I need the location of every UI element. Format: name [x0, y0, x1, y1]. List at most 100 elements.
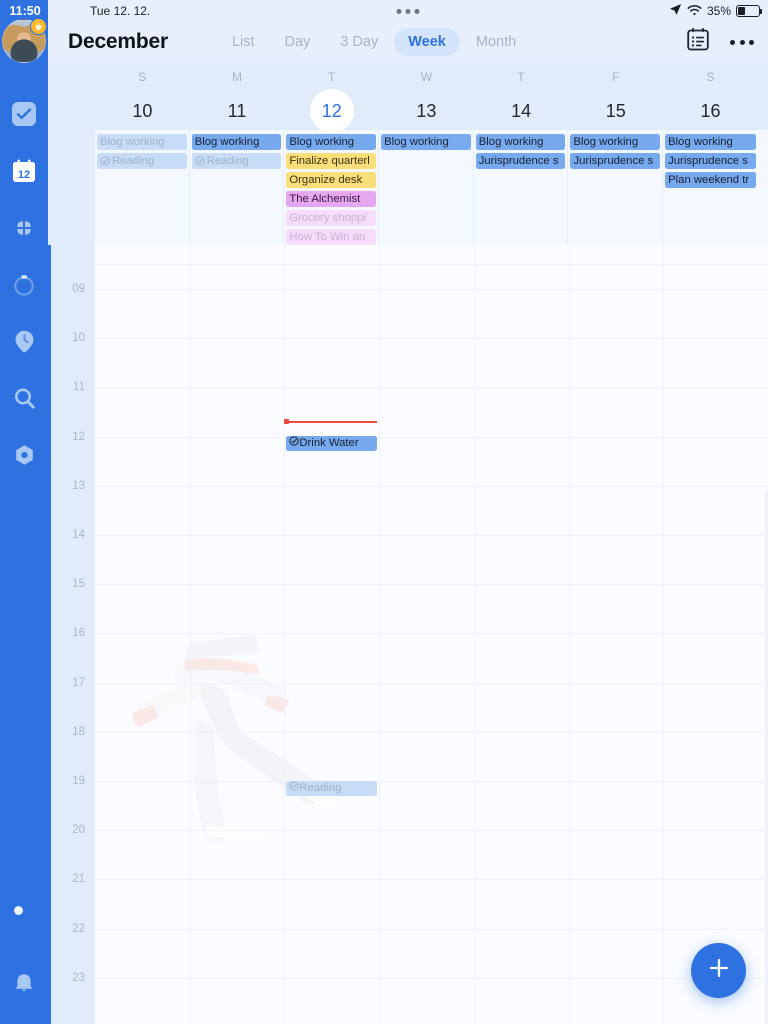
sidebar-drag-handle[interactable] [14, 906, 23, 915]
four-squares-icon [12, 216, 36, 240]
all-day-event-chip[interactable]: The Alchemist [286, 191, 377, 207]
all-day-event-chip[interactable]: Blog working [665, 134, 756, 150]
timed-event[interactable]: Drink Water [286, 436, 378, 451]
all-day-column-13[interactable]: Blog working [379, 130, 474, 245]
avatar[interactable]: ♚ [2, 18, 47, 63]
day-header-16[interactable]: S 16 [663, 62, 758, 130]
check-circle-icon [289, 436, 300, 451]
sidebar-item-tasks[interactable] [0, 85, 48, 142]
time-grid[interactable]: 09 10 11 12 13 14 15 16 17 18 19 20 21 22 23 [48, 245, 768, 1024]
day-header-13[interactable]: W 13 [379, 62, 474, 130]
all-day-columns: Blog working Reading Blog working Reading Bl… [95, 130, 768, 245]
day-column-divider [379, 245, 381, 1024]
all-day-event-chip[interactable]: Reading [97, 153, 187, 169]
timed-event[interactable]: Reading [286, 781, 378, 796]
all-day-column-10[interactable]: Blog working Reading [95, 130, 190, 245]
all-day-event-chip[interactable]: Blog working [381, 134, 471, 150]
calendar-app-window: ♚ 12 11:50 Tue 12. 12. 35% December List… [0, 0, 768, 1024]
event-title: Blog working [668, 136, 733, 148]
sidebar-item-search[interactable] [0, 370, 48, 427]
time-label-17: 17 [72, 676, 85, 689]
day-of-week-label: S [706, 70, 715, 84]
all-day-column-12[interactable]: Blog working Finalize quarterl Organize de… [284, 130, 380, 245]
all-day-event-chip[interactable]: Jurisprudence s [475, 153, 566, 169]
sidebar-item-calendar[interactable]: 12 [0, 142, 48, 199]
hour-gridline [95, 781, 768, 782]
time-grid-body[interactable]: Drink Water Reading [95, 245, 768, 1024]
more-options-icon[interactable] [730, 39, 754, 45]
hour-gridline [95, 436, 768, 438]
day-column-divider [189, 245, 191, 1024]
all-day-event-chip[interactable]: Blog working [286, 134, 377, 150]
time-label-16: 16 [72, 627, 85, 640]
tab-list[interactable]: List [218, 28, 269, 56]
time-label-21: 21 [72, 873, 85, 886]
app-header: December List Day 3 Day Week Month [48, 22, 768, 62]
event-title: Drink Water [299, 437, 359, 449]
add-event-button[interactable] [691, 943, 746, 998]
sidebar-item-pomodoro[interactable] [0, 256, 48, 313]
day-number: 12 [309, 89, 354, 133]
hour-gridline [95, 338, 768, 340]
tab-day[interactable]: Day [271, 28, 325, 56]
day-header-11[interactable]: M 11 [190, 62, 285, 130]
all-day-column-16[interactable]: Blog working Jurisprudence s Plan weekend … [663, 130, 758, 245]
tab-week[interactable]: Week [394, 28, 460, 56]
all-day-event-chip[interactable]: Plan weekend tr [665, 172, 756, 188]
week-day-header: S 10 M 11 T 12 W 13 T 14 F 15 S 16 [48, 62, 768, 133]
all-day-event-chip[interactable]: Jurisprudence s [665, 153, 756, 169]
clock-pin-icon [12, 329, 37, 354]
all-day-event-chip[interactable]: Reading [191, 153, 282, 169]
time-label-15: 15 [72, 578, 85, 591]
day-of-week-label: F [612, 70, 620, 84]
tab-month[interactable]: Month [462, 28, 530, 56]
sidebar-item-matrix[interactable] [0, 199, 48, 256]
sidebar-item-settings[interactable] [0, 427, 48, 484]
day-header-15[interactable]: F 15 [568, 62, 663, 130]
all-day-event-chip[interactable]: Grocery shoppi [286, 210, 377, 226]
event-title: Blog working [289, 136, 355, 148]
all-day-event-chip[interactable]: Blog working [475, 134, 566, 150]
hour-gridline [95, 682, 768, 684]
all-day-event-chip[interactable]: Finalize quarterl [286, 153, 377, 169]
time-label-23: 23 [72, 971, 85, 984]
all-day-event-chip[interactable]: Blog working [191, 134, 282, 150]
sidebar-item-habit[interactable] [0, 313, 48, 370]
all-day-event-chip[interactable]: Blog working [570, 134, 661, 150]
app-sidebar: ♚ 12 [0, 0, 48, 1024]
all-day-column-15[interactable]: Blog working Jurisprudence s [568, 130, 664, 245]
all-day-event-chip[interactable]: Organize desk [286, 172, 377, 188]
hour-gridline [95, 387, 768, 389]
event-title: Grocery shoppi [289, 212, 366, 224]
day-header-12-today[interactable]: T 12 [284, 62, 379, 133]
day-number: 15 [605, 100, 626, 121]
status-right-cluster: 35% [669, 3, 762, 19]
all-day-column-14[interactable]: Blog working Jurisprudence s [474, 130, 569, 245]
sidebar-item-notifications[interactable] [0, 971, 48, 1002]
hour-gridline [95, 977, 768, 979]
hour-gridline [95, 633, 768, 635]
bell-icon [12, 971, 36, 1002]
event-title: Blog working [384, 136, 449, 148]
day-number: 14 [511, 100, 532, 121]
day-header-10[interactable]: S 10 [95, 62, 190, 130]
hour-gridline [95, 731, 768, 733]
all-day-event-chip[interactable]: Jurisprudence s [570, 153, 661, 169]
time-label-20: 20 [72, 824, 85, 837]
hour-gridline [95, 289, 768, 290]
tab-3day[interactable]: 3 Day [326, 28, 392, 56]
hexagon-gear-icon [12, 443, 37, 468]
all-day-event-chip[interactable]: Blog working [97, 134, 187, 150]
all-day-column-11[interactable]: Blog working Reading [190, 130, 285, 245]
day-header-14[interactable]: T 14 [474, 62, 569, 130]
page-title: December [68, 30, 168, 53]
hour-gridline [95, 584, 768, 586]
time-label-18: 18 [72, 725, 85, 738]
location-arrow-icon [669, 3, 682, 19]
day-number: 11 [227, 100, 247, 121]
agenda-list-icon[interactable] [686, 27, 710, 57]
event-title: Jurisprudence s [478, 155, 559, 167]
all-day-event-chip[interactable]: How To Win an [286, 229, 377, 245]
event-title: Reading [299, 782, 342, 794]
hour-gridline [95, 264, 768, 266]
